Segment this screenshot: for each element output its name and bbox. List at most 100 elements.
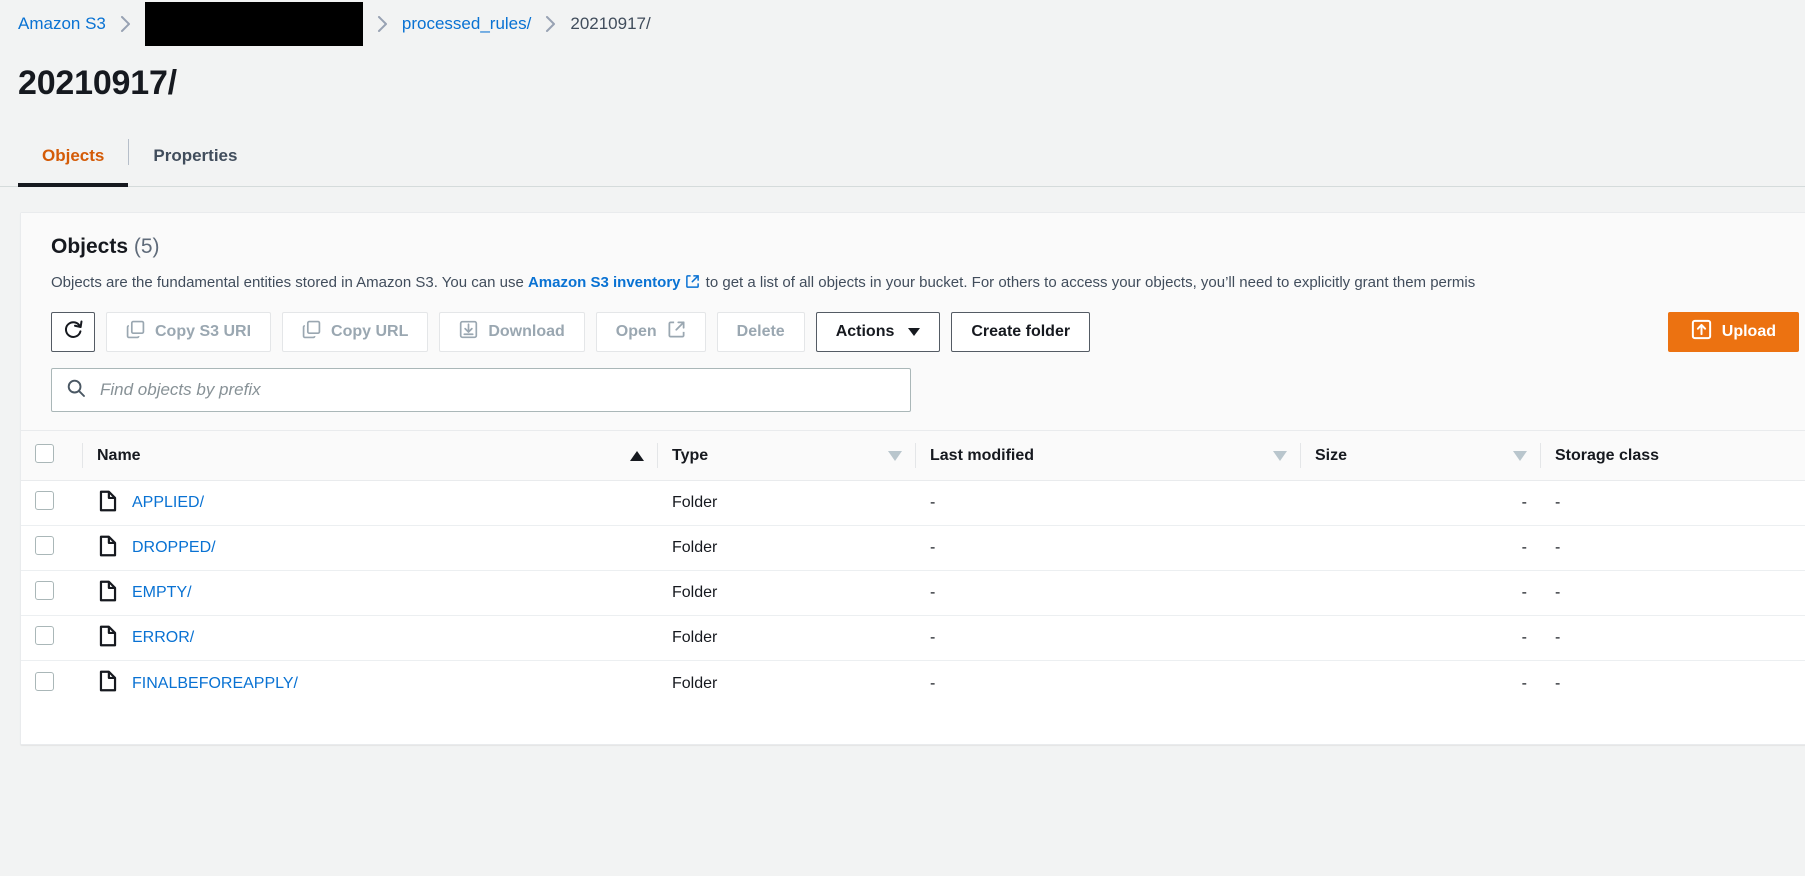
row-type-cell: Folder: [658, 615, 916, 662]
delete-button[interactable]: Delete: [716, 312, 805, 353]
column-header-name-label: Name: [97, 446, 141, 464]
column-header-type-label: Type: [672, 446, 709, 464]
row-checkbox[interactable]: [35, 491, 54, 511]
row-storage-class-cell: -: [1541, 525, 1805, 572]
folder-icon: [97, 580, 119, 607]
column-header-last-modified[interactable]: Last modified: [916, 430, 1301, 482]
row-select-cell: [21, 570, 83, 617]
copy-url-button[interactable]: Copy URL: [282, 312, 429, 353]
sort-icon: [1273, 450, 1287, 461]
row-select-cell: [21, 525, 83, 572]
refresh-icon: [63, 319, 84, 345]
row-checkbox[interactable]: [35, 581, 54, 601]
description-text-before: Objects are the fundamental entities sto…: [51, 274, 528, 291]
tab-properties[interactable]: Properties: [129, 146, 261, 187]
select-all-checkbox[interactable]: [35, 443, 54, 463]
breadcrumb-processed-rules[interactable]: processed_rules/: [402, 14, 531, 34]
download-icon: [459, 320, 478, 344]
objects-table-head: Name Type Last modified Size Storage cla…: [21, 430, 1805, 482]
search-input[interactable]: [98, 379, 896, 402]
upload-icon: [1691, 319, 1712, 345]
tabs-container: Objects Properties: [0, 139, 1805, 187]
row-size-cell: -: [1301, 525, 1541, 572]
object-name-link[interactable]: DROPPED/: [132, 539, 216, 557]
row-last-modified-cell: -: [916, 570, 1301, 617]
objects-table-body: APPLIED/Folder - - - DROPPED/Folder - - - EMPTY/…: [21, 480, 1805, 706]
table-row: EMPTY/Folder - - -: [21, 570, 1805, 617]
search-box[interactable]: [51, 368, 911, 413]
chevron-down-icon: [908, 328, 921, 337]
search-icon: [66, 378, 86, 403]
breadcrumb: Amazon S3 processed_rules/ 20210917/: [0, 0, 1805, 48]
row-storage-class-cell: -: [1541, 570, 1805, 617]
row-checkbox[interactable]: [35, 671, 54, 691]
objects-panel-title: Objects (5): [51, 235, 1799, 259]
description-text-after: to get a list of all objects in your buc…: [701, 274, 1476, 291]
upload-button[interactable]: Upload: [1667, 312, 1799, 353]
open-button[interactable]: Open: [595, 312, 706, 353]
column-header-size-label: Size: [1315, 446, 1348, 464]
actions-label: Actions: [835, 323, 895, 341]
row-checkbox[interactable]: [35, 626, 54, 646]
copy-s3-uri-label: Copy S3 URI: [155, 323, 252, 341]
object-name-link[interactable]: APPLIED/: [132, 494, 204, 512]
copy-url-label: Copy URL: [331, 323, 409, 341]
row-last-modified-cell: -: [916, 525, 1301, 572]
column-header-name[interactable]: Name: [83, 430, 658, 482]
objects-panel-description: Objects are the fundamental entities sto…: [51, 273, 1799, 295]
folder-icon: [97, 625, 119, 652]
row-type-cell: Folder: [658, 525, 916, 572]
row-select-cell: [21, 480, 83, 527]
page-title: 20210917/: [18, 64, 177, 102]
copy-s3-uri-button[interactable]: Copy S3 URI: [106, 312, 272, 353]
row-type-cell: Folder: [658, 570, 916, 617]
column-header-storage-class-label: Storage class: [1555, 446, 1660, 464]
row-size-cell: -: [1521, 674, 1527, 692]
column-header-storage-class[interactable]: Storage class: [1541, 430, 1805, 482]
delete-label: Delete: [736, 323, 785, 341]
breadcrumb-amazon-s3[interactable]: Amazon S3: [18, 14, 106, 34]
row-name-cell: ERROR/: [83, 615, 658, 662]
actions-dropdown-button[interactable]: Actions: [815, 312, 941, 353]
row-storage-class-cell: -: [1541, 480, 1805, 527]
tab-objects[interactable]: Objects: [18, 146, 129, 187]
table-row: ERROR/Folder - - -: [21, 615, 1805, 662]
select-all-header: [21, 430, 83, 482]
folder-icon: [97, 670, 119, 697]
download-button[interactable]: Download: [439, 312, 585, 353]
objects-panel: Objects (5) Objects are the fundamental …: [20, 212, 1805, 745]
search-row: [21, 352, 1805, 431]
row-type-cell: Folder: [658, 480, 916, 527]
create-folder-button[interactable]: Create folder: [951, 312, 1091, 353]
amazon-s3-inventory-link[interactable]: Amazon S3 inventory: [528, 274, 681, 291]
row-name-cell: DROPPED/: [83, 525, 658, 572]
column-header-type[interactable]: Type: [658, 430, 916, 482]
column-header-size[interactable]: Size: [1301, 430, 1541, 482]
external-link-icon: [685, 274, 700, 295]
copy-icon: [302, 320, 321, 344]
object-name-link[interactable]: FINALBEFOREAPPLY/: [132, 675, 298, 693]
tab-objects-label: Objects: [42, 146, 105, 165]
breadcrumb-bucket-redacted[interactable]: [144, 2, 363, 46]
row-size-cell: -: [1301, 480, 1541, 527]
row-last-modified-cell: -: [916, 480, 1301, 527]
row-checkbox[interactable]: [35, 536, 54, 556]
column-header-last-modified-label: Last modified: [930, 446, 1035, 464]
objects-toolbar: Copy S3 URI Copy URL Download Open Delet…: [21, 295, 1805, 353]
breadcrumb-separator-icon: [377, 16, 388, 32]
external-link-icon: [667, 320, 686, 344]
table-header-row: Name Type Last modified Size Storage cla…: [21, 430, 1805, 482]
sort-ascending-icon: [630, 450, 644, 461]
row-size-cell: -: [1301, 570, 1541, 617]
objects-title-text: Objects: [51, 235, 129, 258]
object-name-link[interactable]: ERROR/: [132, 629, 194, 647]
refresh-button[interactable]: [51, 312, 95, 353]
row-last-modified-cell: -: [930, 674, 936, 692]
row-select-cell: [21, 661, 83, 706]
object-name-link[interactable]: EMPTY/: [132, 584, 192, 602]
table-row: APPLIED/Folder - - -: [21, 480, 1805, 527]
row-type-cell: Folder: [672, 674, 718, 692]
open-label: Open: [615, 323, 657, 341]
breadcrumb-current: 20210917/: [570, 14, 651, 33]
create-folder-label: Create folder: [971, 323, 1071, 341]
